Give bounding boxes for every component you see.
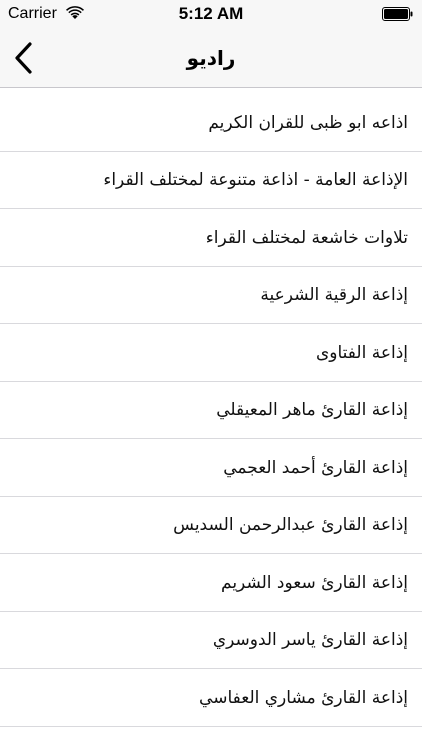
list-item-general-radio[interactable]: الإذاعة العامة - اذاعة متنوعة لمختلف الق… [0,152,422,210]
list-item-label: إذاعة الرقية الشرعية [260,285,408,306]
list-item-label: إذاعة القارئ عبدالرحمن السديس [173,515,408,536]
status-time: 5:12 AM [178,4,244,23]
station-list: اذاعه ابو ظبى للقران الكريم الإذاعة العا… [0,94,422,727]
navigation-bar: راديو [0,28,422,88]
list-item-label: تلاوات خاشعة لمختلف القراء [205,227,408,248]
list-item-mishary-alafasy[interactable]: إذاعة القارئ مشاري العفاسي [0,669,422,727]
list-item-label: الإذاعة العامة - اذاعة متنوعة لمختلف الق… [103,170,408,191]
list-item-abu-dhabi-quran-radio[interactable]: اذاعه ابو ظبى للقران الكريم [0,94,422,152]
list-item-label: إذاعة الفتاوى [315,342,408,363]
list-item-label: اذاعه ابو ظبى للقران الكريم [208,112,408,133]
list-item-ahmed-alajmi[interactable]: إذاعة القارئ أحمد العجمي [0,439,422,497]
list-item-yasser-aldosari[interactable]: إذاعة القارئ ياسر الدوسري [0,612,422,670]
list-item-label: إذاعة القارئ مشاري العفاسي [199,687,408,708]
list-item-saud-alshuraim[interactable]: إذاعة القارئ سعود الشريم [0,554,422,612]
list-item-label: إذاعة القارئ أحمد العجمي [223,457,408,478]
list-item-ruqyah-radio[interactable]: إذاعة الرقية الشرعية [0,267,422,325]
status-bar: Carrier 5:12 AM [0,0,422,28]
list-item-maher-almuaiqly[interactable]: إذاعة القارئ ماهر المعيقلي [0,382,422,440]
list-item-humble-recitations[interactable]: تلاوات خاشعة لمختلف القراء [0,209,422,267]
list-item-abdulrahman-alsudais[interactable]: إذاعة القارئ عبدالرحمن السديس [0,497,422,555]
page-title: راديو [186,46,236,70]
list-item-label: إذاعة القارئ ماهر المعيقلي [216,400,408,421]
list-item-label: إذاعة القارئ ياسر الدوسري [212,630,408,651]
list-item-fatwa-radio[interactable]: إذاعة الفتاوى [0,324,422,382]
battery-icon [382,7,413,21]
list-item-label: إذاعة القارئ سعود الشريم [221,572,408,593]
